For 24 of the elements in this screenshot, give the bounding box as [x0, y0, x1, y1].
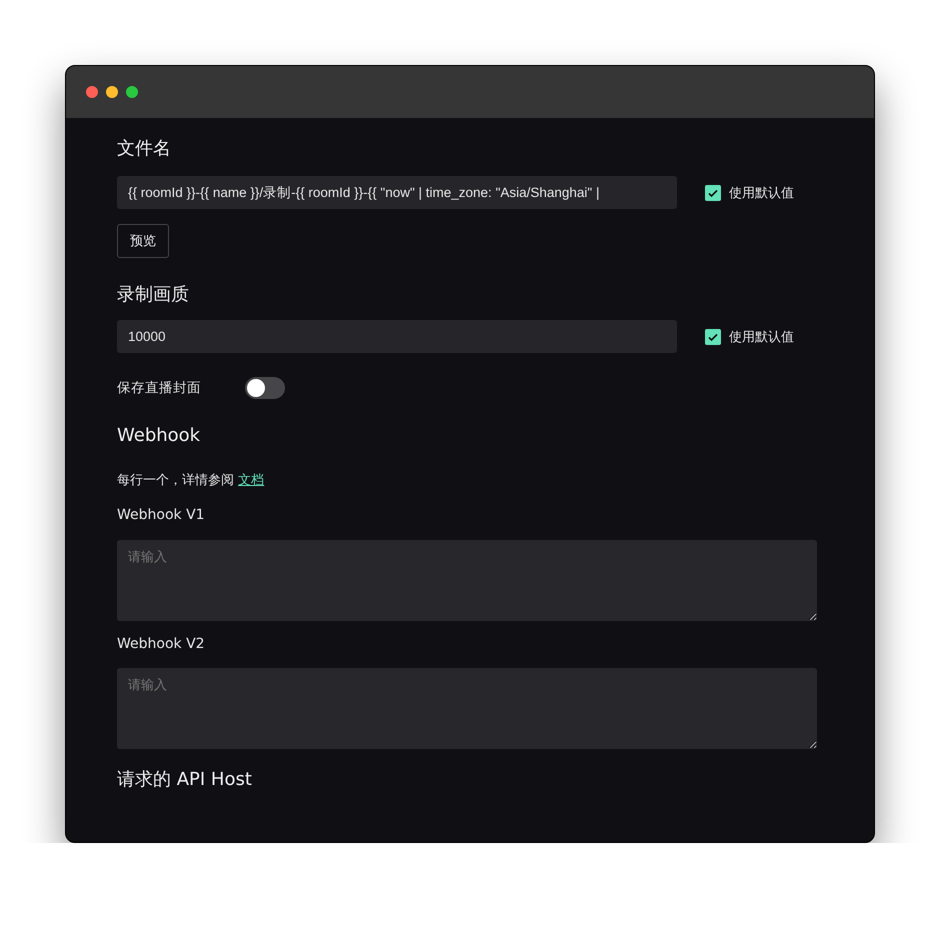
field-label: Webhook V1	[117, 507, 206, 523]
use-default-checkbox[interactable]: 使用默认值	[705, 184, 794, 202]
window-minimize-button[interactable]	[106, 86, 118, 98]
window-close-button[interactable]	[86, 86, 98, 98]
switch-label: 保存直播封面	[117, 379, 202, 397]
section-heading: 文件名	[117, 137, 172, 161]
section-heading: 录制画质	[117, 283, 190, 307]
window-maximize-button[interactable]	[126, 86, 138, 98]
webhook-textarea[interactable]: 请输入	[117, 540, 817, 621]
field-label: Webhook V2	[117, 636, 206, 652]
docs-link[interactable]: 文档	[238, 473, 264, 488]
checkbox-label: 使用默认值	[729, 328, 794, 346]
quality-input[interactable]: 10000	[117, 320, 677, 353]
section-heading: 请求的 API Host	[117, 768, 253, 792]
checkbox[interactable]	[705, 184, 721, 200]
webhook-textarea[interactable]: 请输入	[117, 668, 817, 749]
checkbox[interactable]	[705, 328, 721, 344]
use-default-checkbox[interactable]: 使用默认值	[705, 328, 794, 346]
checkbox-label: 使用默认值	[729, 184, 794, 202]
section-heading: Webhook	[117, 424, 202, 448]
filename-input[interactable]: {{ roomId }}-{{ name }}/录制-{{ roomId }}-{{ "now" | time_zone: "Asia/Shanghai" |	[117, 176, 677, 209]
preview-button[interactable]: 预览	[117, 224, 169, 258]
save-cover-switch[interactable]	[245, 377, 285, 399]
webhook-description: 每行一个，详情参阅 文档	[117, 472, 266, 489]
